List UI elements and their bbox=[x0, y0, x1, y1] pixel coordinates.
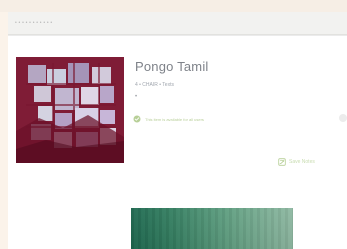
book-subtitle: 4 • CHAIR • Texts bbox=[135, 82, 174, 88]
book-card: Pongo Tamil 4 • CHAIR • Texts • This ite… bbox=[8, 35, 347, 249]
cover-image[interactable] bbox=[16, 57, 124, 163]
availability-text: This item is available for all users bbox=[145, 116, 204, 122]
book-title: Pongo Tamil bbox=[135, 59, 209, 74]
browser-strip: • • • • • • • • • • • bbox=[8, 12, 347, 35]
preview-texture bbox=[131, 208, 293, 249]
check-circle-icon bbox=[133, 115, 141, 123]
top-bar bbox=[0, 0, 347, 12]
preview-image[interactable] bbox=[131, 208, 293, 249]
availability-status: This item is available for all users bbox=[133, 114, 204, 124]
grid-collage-icon bbox=[16, 57, 124, 163]
save-notes-label: Save Notes bbox=[289, 159, 315, 165]
breadcrumb: • • • • • • • • • • • bbox=[15, 20, 53, 26]
book-badge: • bbox=[135, 94, 138, 100]
save-notes-button[interactable]: Save Notes bbox=[278, 156, 347, 168]
more-options-icon[interactable] bbox=[339, 114, 347, 122]
leaf-icon bbox=[278, 158, 286, 166]
